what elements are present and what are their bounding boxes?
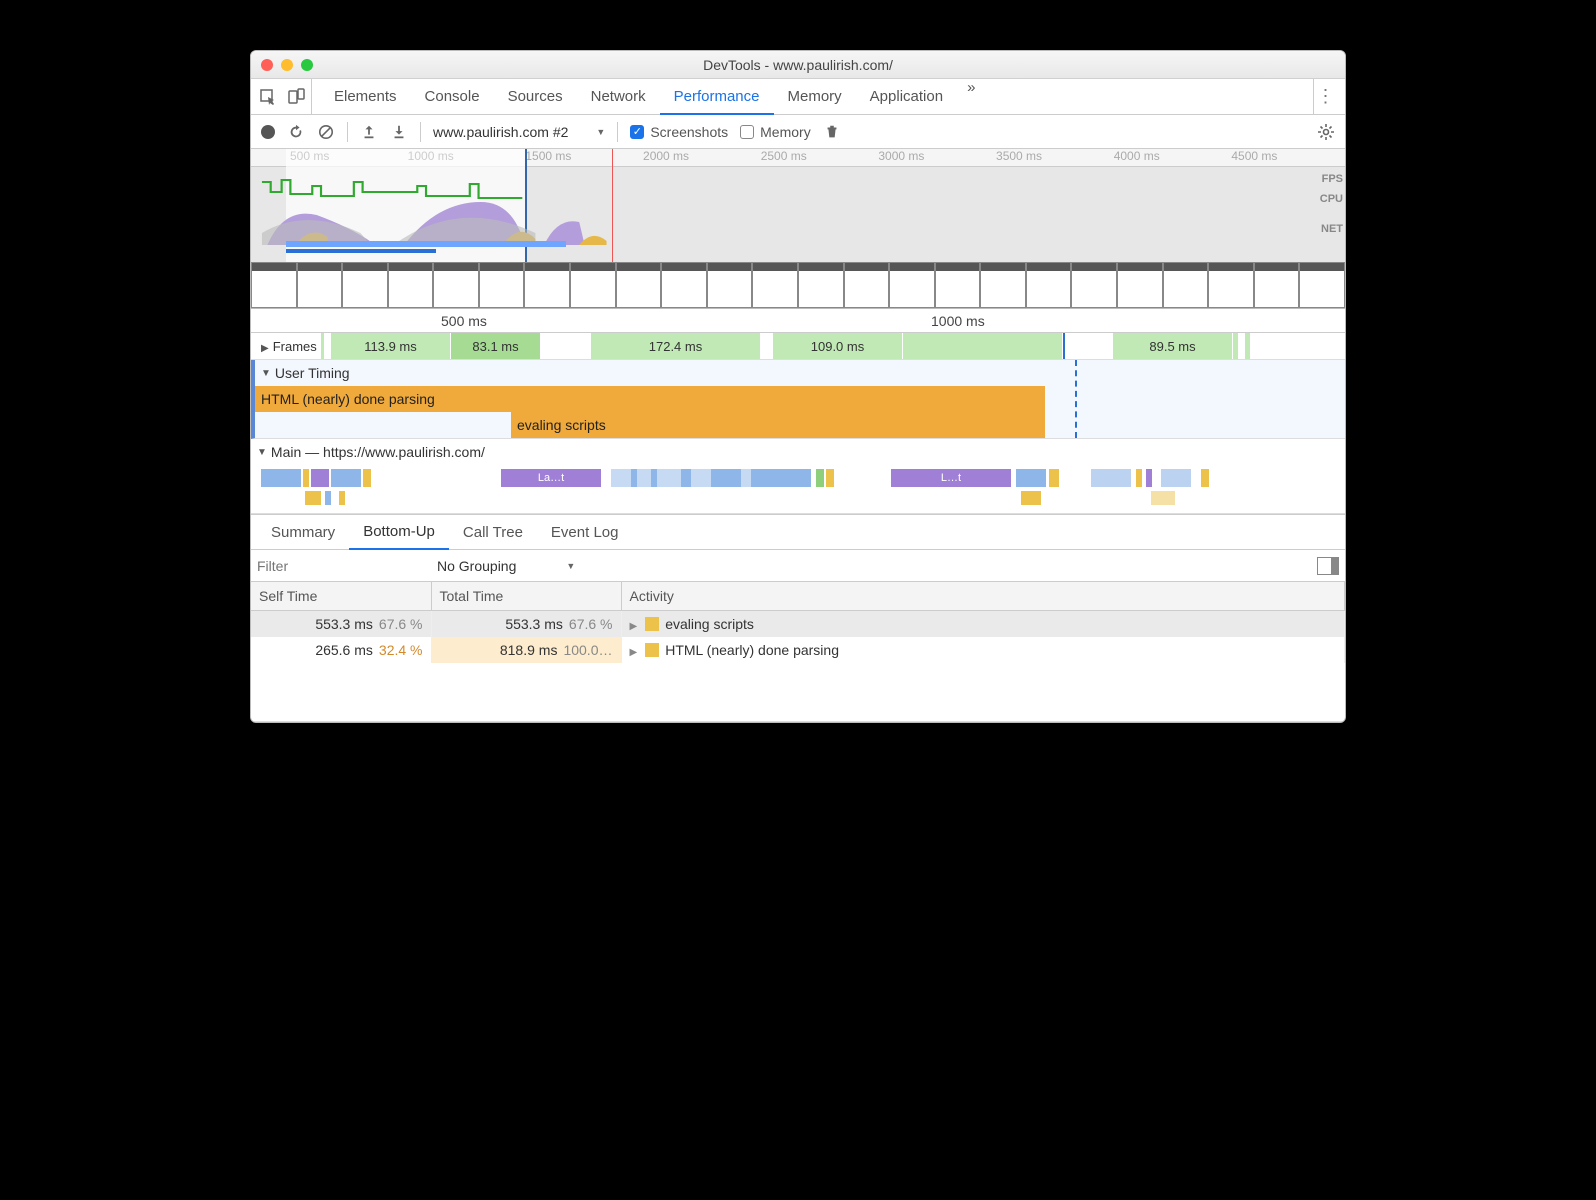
recording-selector[interactable]: www.paulirish.com #2 ▼	[433, 124, 605, 140]
grouping-label: No Grouping	[437, 558, 516, 574]
main-track[interactable]: ▼ Main — https://www.paulirish.com/ La…t…	[251, 439, 1345, 514]
dropdown-triangle-icon: ▼	[566, 561, 575, 571]
collapse-icon[interactable]: ▼	[261, 368, 271, 379]
recording-label: www.paulirish.com #2	[433, 124, 568, 140]
record-button[interactable]	[261, 125, 275, 139]
overview-net-bar-2	[286, 249, 436, 253]
reload-icon[interactable]	[287, 123, 305, 141]
screenshots-checkbox[interactable]: ✓	[630, 125, 644, 139]
expand-icon[interactable]: ▶	[261, 343, 269, 354]
col-total-time[interactable]: Total Time	[431, 582, 621, 611]
perf-toolbar: www.paulirish.com #2 ▼ ✓ Screenshots Mem…	[251, 115, 1345, 149]
user-timing-label: User Timing	[275, 365, 350, 381]
upload-icon[interactable]	[360, 123, 378, 141]
bottom-up-table[interactable]: Self Time Total Time Activity 553.3 ms67…	[251, 582, 1345, 722]
main-track-label: Main — https://www.paulirish.com/	[271, 444, 485, 460]
tab-elements[interactable]: Elements	[320, 79, 411, 114]
download-icon[interactable]	[390, 123, 408, 141]
sidepanel-toggle-icon[interactable]	[1317, 557, 1339, 575]
settings-gear-icon[interactable]	[1317, 123, 1335, 141]
dtab-calltree[interactable]: Call Tree	[449, 515, 537, 549]
memory-label: Memory	[760, 124, 811, 140]
overview-lane-labels: FPS CPU NET	[1320, 169, 1343, 239]
expand-row-icon[interactable]: ▶	[630, 621, 638, 632]
overview-screenshots	[251, 262, 1345, 308]
timeline-overview[interactable]: 500 ms 1000 ms 1500 ms 2000 ms 2500 ms 3…	[251, 149, 1345, 309]
table-row[interactable]: 553.3 ms67.6 % 553.3 ms67.6 % ▶evaling s…	[251, 611, 1345, 638]
memory-toggle[interactable]: Memory	[740, 124, 811, 140]
collapse-icon[interactable]: ▼	[257, 447, 267, 458]
trash-icon[interactable]	[823, 123, 841, 141]
tab-memory[interactable]: Memory	[774, 79, 856, 114]
expand-row-icon[interactable]: ▶	[630, 647, 638, 658]
device-icon[interactable]	[287, 88, 305, 106]
tab-network[interactable]: Network	[577, 79, 660, 114]
dtab-eventlog[interactable]: Event Log	[537, 515, 633, 549]
more-menu-icon[interactable]: ⋮	[1313, 79, 1337, 114]
memory-checkbox[interactable]	[740, 125, 754, 139]
filter-input[interactable]	[257, 558, 397, 574]
tab-sources[interactable]: Sources	[494, 79, 577, 114]
devtools-window: DevTools - www.paulirish.com/ Elements C…	[250, 50, 1346, 723]
user-timing-bar-1[interactable]: HTML (nearly) done parsing	[255, 386, 1045, 412]
tabs-overflow-icon[interactable]: »	[961, 79, 981, 114]
window-title: DevTools - www.paulirish.com/	[251, 57, 1345, 73]
grouping-selector[interactable]: No Grouping ▼	[437, 558, 575, 574]
overview-net-bar	[286, 241, 566, 247]
details-filterbar: No Grouping ▼	[251, 550, 1345, 582]
clear-icon[interactable]	[317, 123, 335, 141]
dropdown-triangle-icon: ▼	[596, 127, 605, 137]
frames-track[interactable]: ▶Frames 113.9 ms 83.1 ms 172.4 ms 109.0 …	[251, 333, 1345, 360]
category-color-icon	[645, 643, 659, 657]
table-row[interactable]: 265.6 ms32.4 % 818.9 ms100.0… ▶HTML (nea…	[251, 637, 1345, 663]
panel-tabs: Elements Console Sources Network Perform…	[320, 79, 1307, 114]
tab-application[interactable]: Application	[856, 79, 957, 114]
category-color-icon	[645, 617, 659, 631]
col-self-time[interactable]: Self Time	[251, 582, 431, 611]
user-timing-track[interactable]: ▼ User Timing HTML (nearly) done parsing…	[251, 360, 1345, 439]
tab-performance[interactable]: Performance	[660, 79, 774, 115]
user-timing-bar-2[interactable]: evaling scripts	[511, 412, 1045, 438]
details-tabs: Summary Bottom-Up Call Tree Event Log	[251, 514, 1345, 550]
overview-sparkline	[251, 167, 667, 247]
panel-tabbar: Elements Console Sources Network Perform…	[251, 79, 1345, 115]
titlebar: DevTools - www.paulirish.com/	[251, 51, 1345, 79]
screenshots-label: Screenshots	[650, 124, 728, 140]
tab-console[interactable]: Console	[411, 79, 494, 114]
dtab-summary[interactable]: Summary	[257, 515, 349, 549]
dtab-bottomup[interactable]: Bottom-Up	[349, 516, 449, 550]
col-activity[interactable]: Activity	[621, 582, 1345, 611]
frames-label: Frames	[273, 339, 317, 354]
flamechart-ruler[interactable]: 500 ms 1000 ms ⋯	[251, 309, 1345, 333]
inspect-icon[interactable]	[259, 88, 277, 106]
screenshots-toggle[interactable]: ✓ Screenshots	[630, 124, 728, 140]
